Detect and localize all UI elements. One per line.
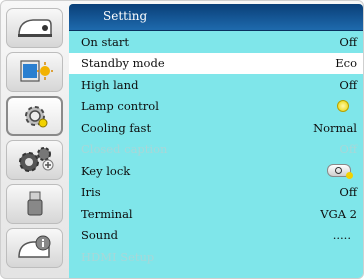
sidebar-item-info[interactable]: [6, 228, 63, 268]
row-terminal[interactable]: Terminal VGA 2: [69, 203, 363, 225]
row-label: HDMI Setup: [81, 249, 155, 264]
lamp-bulb-icon: [337, 100, 349, 113]
row-value: .....: [332, 228, 351, 243]
sidebar-item-expanded[interactable]: [6, 140, 63, 180]
panel-title: Setting: [103, 9, 148, 23]
sidebar-item-display[interactable]: [6, 8, 63, 48]
panel-header: Setting: [69, 4, 363, 31]
row-label: High land: [81, 77, 139, 92]
image-adjust-icon: [19, 60, 53, 82]
sidebar-item-image[interactable]: [6, 52, 63, 92]
row-high-land[interactable]: High land Off: [69, 74, 363, 96]
row-value: VGA 2: [320, 206, 357, 221]
row-label: On start: [81, 34, 129, 49]
sidebar-item-usb[interactable]: [6, 184, 63, 224]
row-hdmi-setup: HDMI Setup: [69, 246, 363, 268]
settings-panel: Setting On start Off Standby mode Eco Hi…: [69, 4, 363, 278]
setting-gear-icon: [24, 106, 47, 128]
row-sound[interactable]: Sound .....: [69, 225, 363, 247]
row-lamp-control[interactable]: Lamp control: [69, 96, 363, 118]
row-on-start[interactable]: On start Off: [69, 31, 363, 53]
expanded-gears-icon: [18, 147, 53, 172]
row-cooling-fast[interactable]: Cooling fast Normal: [69, 117, 363, 139]
row-value: Off: [339, 185, 357, 200]
row-iris[interactable]: Iris Off: [69, 182, 363, 204]
row-standby-mode[interactable]: Standby mode Eco: [69, 52, 363, 74]
display-icon: [17, 19, 52, 37]
row-label: Closed caption: [81, 142, 168, 157]
row-label: Standby mode: [81, 56, 165, 71]
info-icon: [17, 235, 50, 258]
row-value: Off: [339, 77, 357, 92]
row-value: Off: [339, 142, 357, 157]
row-value: Off: [339, 34, 357, 49]
row-key-lock[interactable]: Key lock: [69, 160, 363, 182]
row-label: Key lock: [81, 163, 131, 178]
row-closed-caption: Closed caption Off: [69, 139, 363, 161]
row-label: Terminal: [81, 206, 133, 221]
usb-icon: [27, 191, 42, 216]
settings-list: On start Off Standby mode Eco High land …: [69, 31, 363, 268]
row-value: Eco: [335, 56, 357, 71]
key-lock-icon: [327, 164, 353, 180]
row-label: Cooling fast: [81, 120, 152, 135]
row-value: Normal: [313, 120, 357, 135]
row-label: Sound: [81, 228, 118, 243]
sidebar: [3, 4, 67, 276]
sidebar-item-setting[interactable]: [6, 96, 63, 136]
settings-window: Setting On start Off Standby mode Eco Hi…: [0, 0, 364, 279]
row-label: Lamp control: [81, 99, 159, 114]
row-label: Iris: [81, 185, 101, 200]
